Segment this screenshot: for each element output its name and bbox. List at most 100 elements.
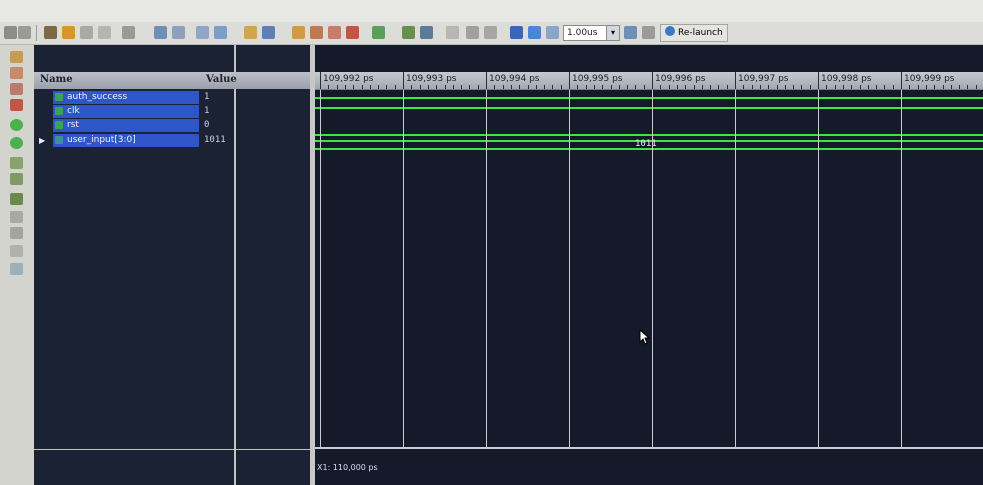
signal-name-cell[interactable]: clk [53, 105, 199, 118]
swap-cursors-icon[interactable] [446, 26, 459, 39]
ruler-tick-label: 109,992 ps [323, 74, 374, 84]
signal-name: auth_success [67, 92, 128, 102]
ruler-minor-tick [444, 85, 446, 89]
relaunch-button[interactable]: Re-launch [660, 24, 728, 42]
ruler-minor-tick [834, 85, 836, 89]
bus-signal-icon [55, 136, 63, 144]
find-icon[interactable] [44, 26, 57, 39]
add-marker-tool-icon[interactable] [10, 193, 23, 205]
snapshot-icon[interactable] [372, 26, 385, 39]
undo-icon[interactable] [4, 26, 17, 39]
waveform-viewer[interactable]: 109,992 ps 109,993 ps 109,994 ps 109,995 ps… [315, 45, 983, 485]
ruler-minor-tick [842, 85, 844, 89]
ruler-minor-tick [959, 85, 961, 89]
expand-arrow-icon[interactable]: ▶ [39, 134, 45, 147]
value-column-header[interactable]: Value [206, 74, 237, 85]
ruler-minor-tick [768, 85, 770, 89]
signal-row[interactable]: ▶ user_input[3:0] 1011 [34, 134, 310, 147]
signal-name-cell[interactable]: auth_success [53, 91, 199, 104]
probe-tool-icon[interactable] [10, 99, 23, 111]
zoom-out-tool-icon[interactable] [10, 67, 23, 79]
restart-icon[interactable] [510, 26, 523, 39]
zoom-fit-tool-icon[interactable] [10, 83, 23, 95]
zoom-full-icon[interactable] [328, 26, 341, 39]
ruler-minor-tick [328, 85, 330, 89]
next-marker-tool-icon[interactable] [10, 227, 23, 239]
run-all-icon[interactable] [528, 26, 541, 39]
time-ruler[interactable]: 109,992 ps 109,993 ps 109,994 ps 109,995 ps… [315, 72, 983, 90]
signal-list-header: Name Value [34, 72, 310, 89]
delete-icon[interactable] [62, 26, 75, 39]
ruler-minor-tick [585, 85, 587, 89]
signal-row[interactable]: rst 0 [34, 119, 310, 132]
toolbar: 1.00us ▾ Re-launch [0, 22, 983, 45]
ruler-minor-tick [627, 85, 629, 89]
ruler-minor-tick [784, 85, 786, 89]
rst-waveform[interactable] [315, 134, 983, 136]
waveform-footer-line [315, 447, 983, 449]
zoom-in-tool-icon[interactable] [10, 51, 23, 63]
ruler-minor-tick [502, 85, 504, 89]
ruler-minor-tick [892, 85, 894, 89]
copy-icon[interactable] [98, 26, 111, 39]
ruler-tick-label: 109,997 ps [738, 74, 789, 84]
wave-window-icon[interactable] [154, 26, 167, 39]
ruler-minor-tick [942, 85, 944, 89]
ruler-minor-tick [535, 85, 537, 89]
ruler-major-tick [569, 72, 570, 89]
ruler-minor-tick [469, 85, 471, 89]
swap-tool-icon[interactable] [10, 245, 23, 257]
logic-signal-icon [55, 107, 63, 115]
signal-name-cell[interactable]: rst [53, 119, 199, 132]
probe-icon[interactable] [346, 26, 359, 39]
time-unit-dropdown[interactable]: ▾ [606, 25, 620, 41]
snap-tool-icon[interactable] [10, 263, 23, 275]
go-to-last-time-icon[interactable] [420, 26, 433, 39]
marker-icon[interactable] [214, 26, 227, 39]
zoom-in-icon[interactable] [244, 26, 257, 39]
previous-transition-icon[interactable] [466, 26, 479, 39]
ruler-minor-tick [610, 85, 612, 89]
clk-waveform[interactable] [315, 107, 983, 109]
redo-icon[interactable] [18, 26, 31, 39]
name-column-header[interactable]: Name [40, 74, 73, 85]
ruler-minor-tick [386, 85, 388, 89]
run-for-icon[interactable] [546, 26, 559, 39]
ruler-minor-tick [544, 85, 546, 89]
help-icon[interactable] [262, 26, 275, 39]
break-icon[interactable] [642, 26, 655, 39]
ruler-minor-tick [925, 85, 927, 89]
time-gridline [818, 90, 819, 447]
ruler-minor-tick [967, 85, 969, 89]
signal-name-cell[interactable]: user_input[3:0] [53, 134, 199, 147]
signal-row[interactable]: clk 1 [34, 105, 310, 118]
ruler-major-tick [652, 72, 653, 89]
divider-icon[interactable] [196, 26, 209, 39]
signal-value: 0 [204, 120, 210, 130]
ruler-major-tick [403, 72, 404, 89]
ruler-minor-tick [685, 85, 687, 89]
go-end-tool-icon[interactable] [10, 137, 23, 149]
time-gridline [569, 90, 570, 447]
next-transition-icon[interactable] [484, 26, 497, 39]
zoom-fit-icon[interactable] [292, 26, 305, 39]
prev-edge-tool-icon[interactable] [10, 157, 23, 169]
auth-success-waveform[interactable] [315, 97, 983, 99]
run-time-input[interactable]: 1.00us [563, 25, 608, 41]
toolbar-separator [36, 25, 37, 41]
ruler-minor-tick [776, 85, 778, 89]
zoom-out-icon[interactable] [310, 26, 323, 39]
ruler-minor-tick [427, 85, 429, 89]
group-icon[interactable] [172, 26, 185, 39]
ruler-minor-tick [809, 85, 811, 89]
ruler-minor-tick [710, 85, 712, 89]
prev-marker-tool-icon[interactable] [10, 211, 23, 223]
step-icon[interactable] [624, 26, 637, 39]
next-edge-tool-icon[interactable] [10, 173, 23, 185]
settings-icon[interactable] [122, 26, 135, 39]
ruler-minor-tick [801, 85, 803, 89]
cut-icon[interactable] [80, 26, 93, 39]
go-start-tool-icon[interactable] [10, 119, 23, 131]
go-to-time-zero-icon[interactable] [402, 26, 415, 39]
signal-row[interactable]: auth_success 1 [34, 91, 310, 104]
